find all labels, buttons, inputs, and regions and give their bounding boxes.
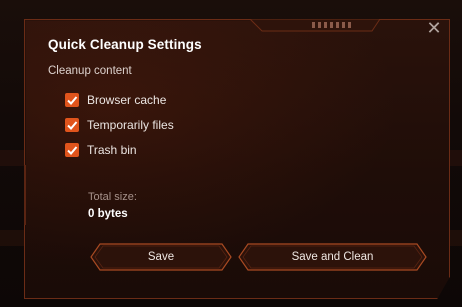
dialog-title: Quick Cleanup Settings — [48, 37, 202, 52]
option-browser-cache[interactable]: Browser cache — [65, 92, 166, 108]
cleanup-content-label: Cleanup content — [48, 65, 132, 77]
check-icon — [67, 146, 78, 155]
option-trash-bin[interactable]: Trash bin — [65, 142, 137, 158]
dialog-side-accent — [24, 165, 29, 225]
option-label: Temporarily files — [87, 118, 174, 132]
close-button[interactable]: ✕ — [424, 19, 444, 39]
check-icon — [67, 96, 78, 105]
save-button[interactable]: Save — [90, 243, 232, 271]
total-size-label: Total size: — [88, 191, 137, 203]
option-label: Trash bin — [87, 143, 137, 157]
dialog-header-ornament — [250, 19, 380, 32]
checkbox-trash-bin[interactable] — [65, 143, 79, 157]
save-and-clean-button[interactable]: Save and Clean — [238, 243, 427, 271]
checkbox-temporarily-files[interactable] — [65, 118, 79, 132]
checkbox-browser-cache[interactable] — [65, 93, 79, 107]
total-size-value: 0 bytes — [88, 208, 128, 220]
close-icon: ✕ — [426, 18, 442, 39]
check-icon — [67, 121, 78, 130]
option-temporarily-files[interactable]: Temporarily files — [65, 117, 174, 133]
save-and-clean-button-label: Save and Clean — [291, 251, 374, 263]
option-label: Browser cache — [87, 93, 167, 107]
save-button-label: Save — [147, 251, 175, 263]
